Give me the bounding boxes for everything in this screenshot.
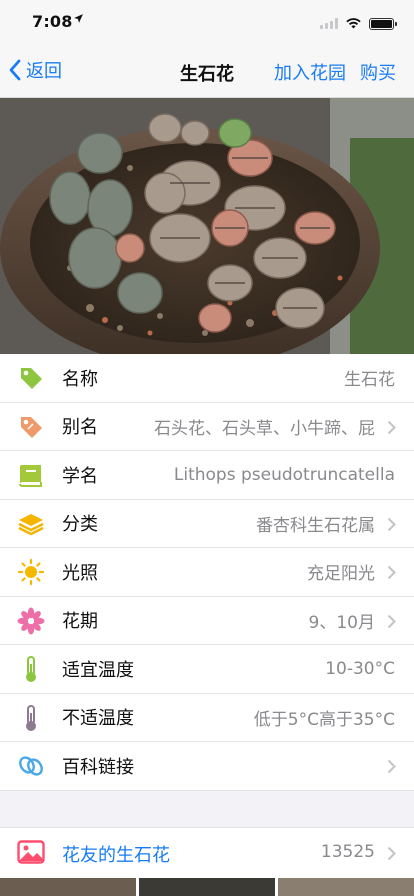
chevron-right-icon: [387, 420, 396, 434]
detail-value: 10-30°C: [325, 658, 395, 679]
back-label: 返回: [26, 61, 62, 82]
section-separator: [0, 790, 414, 828]
detail-value: 9、10月: [308, 612, 375, 633]
detail-row-name: 名称 生石花: [0, 354, 414, 403]
friends-photos-label: 花友的生石花: [62, 845, 170, 866]
detail-row-suitable-temp: 适宜温度 10-30°C: [0, 645, 414, 694]
photo-icon: [17, 839, 45, 869]
layers-icon: [17, 510, 45, 538]
photo-thumbnail[interactable]: [278, 878, 414, 896]
tag-icon: [17, 364, 45, 392]
cellular-signal-icon: [320, 18, 338, 29]
status-time: 7:08: [32, 12, 73, 31]
detail-row-classification[interactable]: 分类 番杏科生石花属: [0, 500, 414, 548]
navigation-bar: 返回 生石花 加入花园 购买: [0, 44, 414, 98]
friends-photos-row[interactable]: 花友的生石花 13525: [0, 828, 414, 878]
detail-row-flowering[interactable]: 花期 9、10月: [0, 597, 414, 645]
detail-label: 光照: [62, 562, 98, 584]
chevron-right-icon: [387, 517, 396, 531]
flower-icon: [17, 607, 45, 635]
chevron-right-icon: [387, 565, 396, 580]
photo-thumbnail[interactable]: [0, 878, 136, 896]
detail-value: 番杏科生石花属: [256, 515, 375, 536]
add-to-garden-button[interactable]: 加入花园: [274, 59, 346, 85]
back-button[interactable]: 返回: [8, 57, 62, 83]
detail-row-scientific-name: 学名 Lithops pseudotruncatella: [0, 451, 414, 500]
detail-row-unsuitable-temp: 不适温度 低于5°C高于35°C: [0, 694, 414, 742]
detail-value: Lithops pseudotruncatella: [173, 464, 395, 485]
detail-row-light[interactable]: 光照 充足阳光: [0, 548, 414, 597]
detail-row-alias[interactable]: 别名 石头花、石头草、小牛蹄、屁: [0, 403, 414, 451]
plant-details-list: 名称 生石花 别名 石头花、石头草、小牛蹄、屁 学名 Lithops pseud…: [0, 354, 414, 791]
detail-label: 分类: [62, 514, 98, 536]
friends-photos-count: 13525: [320, 842, 375, 862]
detail-label: 学名: [62, 465, 98, 487]
detail-label: 名称: [62, 368, 98, 390]
book-icon: [17, 461, 45, 489]
detail-label: 花期: [62, 611, 98, 633]
battery-icon: [369, 17, 397, 30]
friends-photo-thumbnails[interactable]: [0, 878, 414, 896]
sun-icon: [17, 558, 45, 586]
photo-thumbnail[interactable]: [139, 878, 275, 896]
chevron-left-icon: [9, 59, 21, 81]
thermometer-green-icon: [17, 655, 45, 683]
link-icon: [17, 752, 45, 780]
chevron-right-icon: [387, 846, 396, 861]
detail-value: 生石花: [344, 370, 395, 391]
detail-value: 充足阳光: [307, 564, 375, 585]
price-tag-icon: [17, 413, 45, 441]
wifi-icon: [345, 14, 362, 33]
thermometer-purple-icon: [17, 704, 45, 732]
detail-row-wiki-link[interactable]: 百科链接: [0, 742, 414, 791]
detail-label: 百科链接: [62, 757, 134, 779]
plant-photo[interactable]: [0, 98, 414, 354]
buy-button[interactable]: 购买: [360, 59, 396, 85]
chevron-right-icon: [387, 614, 396, 628]
detail-label: 别名: [62, 417, 98, 439]
status-bar: 7:08: [0, 0, 414, 44]
detail-value: 低于5°C高于35°C: [253, 709, 395, 730]
location-arrow-icon: [73, 13, 84, 27]
status-indicators: [320, 14, 397, 33]
chevron-right-icon: [387, 759, 396, 774]
detail-label: 适宜温度: [62, 659, 134, 681]
detail-value: 石头花、石头草、小牛蹄、屁: [154, 418, 375, 439]
detail-label: 不适温度: [62, 708, 134, 730]
